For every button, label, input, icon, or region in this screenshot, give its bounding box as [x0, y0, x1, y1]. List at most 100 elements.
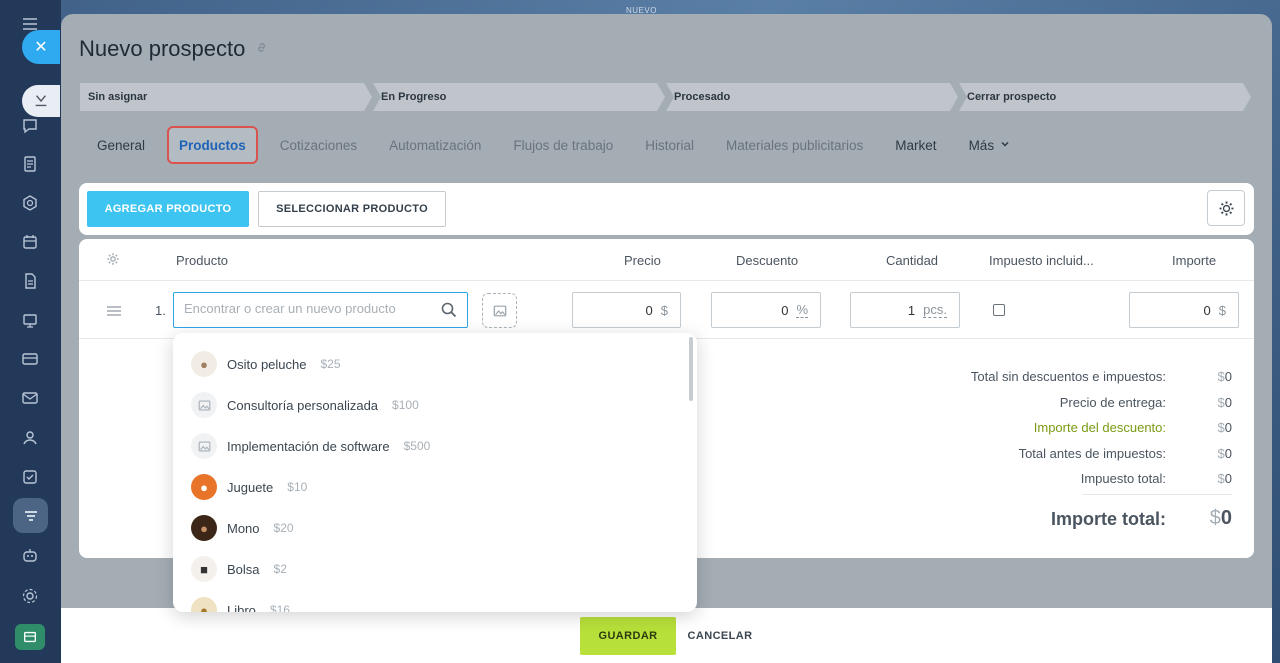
- teddy-bear-thumbnail: ●: [191, 351, 217, 377]
- header-amount: Importe: [1172, 253, 1217, 268]
- rail-item-filter[interactable]: [13, 498, 48, 533]
- document-icon[interactable]: [18, 152, 42, 176]
- file-icon[interactable]: [18, 269, 42, 293]
- card-icon[interactable]: [18, 347, 42, 371]
- settings-icon[interactable]: [18, 584, 42, 608]
- quantity-unit[interactable]: pcs.: [923, 302, 947, 318]
- stage-unassigned[interactable]: Sin asignar: [80, 83, 372, 111]
- mail-icon[interactable]: [18, 386, 42, 410]
- stage-bar: Sin asignar En Progreso Procesado Cerrar…: [80, 83, 1252, 111]
- chevron-down-icon: [1000, 139, 1010, 152]
- tax-included-checkbox[interactable]: [993, 304, 1005, 316]
- product-suggestions-dropdown: ● Osito peluche $25 Consultoría personal…: [173, 333, 697, 612]
- rail-item-store[interactable]: [15, 624, 45, 650]
- tab-quotes[interactable]: Cotizaciones: [264, 126, 373, 164]
- suggestion-item[interactable]: ● Osito peluche $25: [191, 349, 341, 379]
- add-product-button[interactable]: AGREGAR PRODUCTO: [87, 191, 249, 227]
- monkey-thumbnail: ●: [191, 515, 217, 541]
- price-unit: $: [660, 302, 668, 318]
- price-value: 0: [645, 302, 653, 318]
- discount-unit[interactable]: %: [796, 302, 808, 318]
- amount-value: 0: [1203, 302, 1211, 318]
- suggestion-item[interactable]: ● Juguete $10: [191, 472, 307, 502]
- grand-total-label: Importe total:: [1051, 509, 1166, 529]
- suggestion-item[interactable]: ● Mono $20: [191, 513, 294, 543]
- tab-history[interactable]: Historial: [629, 126, 710, 164]
- save-button[interactable]: GUARDAR: [580, 617, 676, 655]
- suggestion-name: Juguete: [227, 479, 274, 495]
- delivery-price-label: Precio de entrega:: [1059, 395, 1166, 410]
- total-before-tax-label: Total antes de impuestos:: [1018, 446, 1166, 461]
- grand-total-value: $0: [1209, 507, 1232, 529]
- table-settings-button[interactable]: [1207, 190, 1245, 226]
- calendar-icon[interactable]: [18, 230, 42, 254]
- quantity-field[interactable]: 1 pcs.: [850, 292, 960, 328]
- tab-ad-materials[interactable]: Materiales publicitarios: [710, 126, 879, 164]
- drag-handle-icon[interactable]: [107, 303, 121, 319]
- suggestion-item[interactable]: Consultoría personalizada $100: [191, 390, 419, 420]
- suggestion-name: Implementación de software: [227, 438, 390, 454]
- header-price: Precio: [624, 253, 661, 268]
- table-header: Producto Precio Descuento Cantidad Impue…: [79, 239, 1254, 281]
- hexagon-icon[interactable]: [18, 191, 42, 215]
- discount-field[interactable]: 0 %: [711, 292, 821, 328]
- product-search-input[interactable]: [184, 301, 429, 316]
- suggestion-item[interactable]: ■ Bolsa $2: [191, 554, 287, 584]
- close-icon: ✕: [34, 39, 48, 56]
- contacts-icon[interactable]: [18, 425, 42, 449]
- stage-in-progress[interactable]: En Progreso: [373, 83, 665, 111]
- total-without-discounts-value: $0: [1217, 369, 1232, 384]
- checkbox-icon[interactable]: [18, 465, 42, 489]
- dropdown-scrollbar[interactable]: [689, 337, 693, 401]
- suggestion-price: $100: [392, 398, 419, 412]
- header-product: Producto: [176, 253, 229, 268]
- gear-icon: [1219, 201, 1233, 215]
- suggestion-price: $25: [320, 357, 341, 371]
- column-settings-icon[interactable]: [106, 252, 120, 271]
- tab-more[interactable]: Más: [953, 126, 1027, 164]
- page-title: Nuevo prospecto: [79, 36, 246, 61]
- product-image-slot[interactable]: [482, 293, 517, 328]
- tab-workflows[interactable]: Flujos de trabajo: [497, 126, 629, 164]
- header-tax-included: Impuesto incluid...: [989, 253, 1094, 268]
- book-thumbnail: ●: [191, 597, 217, 612]
- select-product-button[interactable]: SELECCIONAR PRODUCTO: [258, 191, 446, 227]
- rail-item-leads[interactable]: [22, 85, 60, 117]
- suggestion-price: $500: [403, 439, 431, 453]
- left-rail: ✕: [0, 0, 61, 663]
- search-icon[interactable]: [441, 302, 457, 323]
- presentation-icon[interactable]: [18, 309, 42, 333]
- close-slider-button[interactable]: ✕: [22, 30, 60, 64]
- footer-bar: GUARDAR CANCELAR: [61, 608, 1272, 663]
- tab-automation[interactable]: Automatización: [373, 126, 497, 164]
- discount-value: 0: [781, 302, 789, 318]
- suggestion-item[interactable]: ● Libro $16: [191, 595, 290, 612]
- amount-field[interactable]: 0 $: [1129, 292, 1239, 328]
- suggestion-item[interactable]: Implementación de software $500: [191, 431, 430, 461]
- tab-bar: General Productos Cotizaciones Automatiz…: [81, 126, 1026, 164]
- tab-products[interactable]: Productos: [167, 126, 258, 164]
- store-icon: [24, 631, 36, 643]
- suggestion-price: $10: [287, 480, 308, 494]
- quantity-value: 1: [907, 302, 916, 318]
- header-quantity: Cantidad: [886, 253, 939, 268]
- suggestion-name: Osito peluche: [227, 356, 307, 372]
- cancel-button[interactable]: CANCELAR: [680, 617, 760, 655]
- price-field[interactable]: 0 $: [572, 292, 681, 328]
- product-search-field[interactable]: [173, 292, 468, 328]
- discount-amount-label: Importe del descuento:: [1033, 420, 1166, 435]
- tab-general[interactable]: General: [81, 126, 161, 164]
- stage-processed[interactable]: Procesado: [666, 83, 958, 111]
- link-icon[interactable]: [255, 41, 268, 57]
- stage-close-lead[interactable]: Cerrar prospecto: [959, 83, 1251, 111]
- filter-icon: [24, 510, 37, 521]
- chat-icon[interactable]: [18, 114, 42, 138]
- tab-more-label: Más: [968, 137, 995, 153]
- header-discount: Descuento: [736, 253, 799, 268]
- robot-icon[interactable]: [18, 543, 42, 567]
- image-icon: [493, 305, 506, 316]
- amount-unit: $: [1218, 302, 1226, 318]
- totals-divider: [1082, 494, 1232, 495]
- suggestion-name: Mono: [227, 520, 260, 536]
- tab-market[interactable]: Market: [879, 126, 952, 164]
